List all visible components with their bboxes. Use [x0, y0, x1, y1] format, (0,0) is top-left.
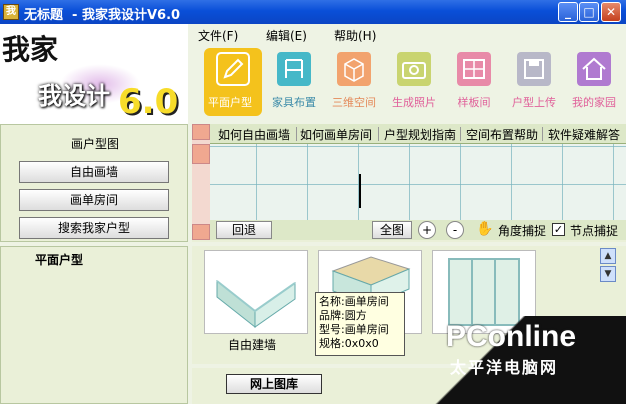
tab-divider — [378, 127, 379, 141]
tree-title: 平面户型 — [35, 253, 84, 267]
app-logo: 我家 我设计 6.0 — [0, 24, 188, 124]
pencil-icon — [216, 52, 250, 86]
watermark-logo: PConline — [446, 320, 577, 353]
tooltip-name: 名称:画单房间 — [319, 295, 389, 308]
chair-icon — [277, 52, 311, 86]
app-icon[interactable]: 我 — [3, 4, 19, 20]
tab-divider — [542, 127, 543, 141]
drawing-canvas[interactable] — [210, 144, 626, 220]
tool-3d-space[interactable]: 三维空间 — [328, 52, 380, 114]
zoom-in-icon[interactable]: + — [418, 221, 436, 239]
cube-icon — [337, 52, 371, 86]
item-tooltip: 名称:画单房间 品牌:圆方 型号:画单房间 规格:0x0x0 — [315, 292, 405, 356]
tab-divider — [296, 127, 297, 141]
tool-my-home[interactable]: 我的家园 — [568, 52, 620, 114]
camera-icon — [397, 52, 431, 86]
window-title: 无标题 - 我家我设计V6.0 — [24, 8, 181, 23]
scroll-up-button[interactable] — [192, 124, 210, 140]
menu-bar: 文件(F) 编辑(E) 帮助(H) — [188, 24, 626, 44]
tool-label: 家具布置 — [272, 96, 316, 109]
tool-label: 户型上传 — [512, 96, 556, 109]
gallery-item-free-wall[interactable] — [204, 250, 308, 334]
tool-photo[interactable]: 生成照片 — [388, 52, 440, 114]
node-snap-checkbox[interactable]: ✓ — [552, 223, 565, 236]
scroll-thumb[interactable] — [192, 144, 210, 164]
minimize-button[interactable]: _ — [558, 2, 578, 22]
logo-brand: 我家 — [2, 33, 59, 66]
disk-icon — [517, 52, 551, 86]
tooltip-model: 型号:画单房间 — [319, 323, 389, 336]
tool-furniture[interactable]: 家具布置 — [268, 52, 320, 114]
online-library-button[interactable]: 网上图库 — [226, 374, 322, 394]
gallery-scroll-down[interactable]: ▼ — [600, 266, 616, 282]
single-room-button[interactable]: 画单房间 — [19, 189, 169, 211]
node-snap-label: 节点捕捉 — [570, 224, 619, 238]
tooltip-spec: 规格:0x0x0 — [319, 337, 379, 350]
undo-button[interactable]: 回退 — [216, 221, 272, 239]
tab-plan-guide[interactable]: 户型规划指南 — [384, 126, 456, 143]
gallery-item-label: 自由建墙 — [228, 338, 277, 352]
free-wall-button[interactable]: 自由画墙 — [19, 161, 169, 183]
menu-file[interactable]: 文件(F) — [198, 27, 238, 44]
menu-help[interactable]: 帮助(H) — [334, 27, 376, 44]
canvas-scrollbar[interactable] — [192, 124, 210, 240]
tab-faq[interactable]: 软件疑难解答 — [548, 126, 620, 143]
tab-free-wall-help[interactable]: 如何自由画墙 — [218, 126, 290, 143]
tooltip-brand: 品牌:圆方 — [319, 309, 367, 322]
logo-version: 6.0 — [118, 82, 179, 122]
tool-label: 平面户型 — [208, 96, 252, 109]
main-toolbar: 平面户型 家具布置 三维空间 生成照片 样板间 户型上传 我的家园 — [188, 44, 626, 124]
tool-label: 三维空间 — [332, 96, 376, 109]
logo-sub: 我设计 — [38, 81, 110, 110]
gallery-scrollbar[interactable]: ▲ ▼ — [600, 248, 616, 290]
tab-space-help[interactable]: 空间布置帮助 — [466, 126, 538, 143]
watermark-text: 太平洋电脑网 — [450, 358, 559, 377]
text-cursor — [359, 174, 361, 208]
tool-sample-room[interactable]: 样板间 — [448, 52, 500, 114]
tool-floor-plan[interactable]: 平面户型 — [204, 48, 262, 116]
panel-title: 画户型图 — [70, 137, 119, 151]
gallery-scroll-up[interactable]: ▲ — [600, 248, 616, 264]
tool-label: 生成照片 — [392, 96, 436, 109]
floor-plan-tree: 平面户型 — [0, 246, 188, 404]
tab-single-room-help[interactable]: 如何画单房间 — [300, 126, 372, 143]
tool-upload[interactable]: 户型上传 — [508, 52, 560, 114]
house-icon — [577, 52, 611, 86]
room-icon — [457, 52, 491, 86]
tab-divider — [460, 127, 461, 141]
close-button[interactable]: ✕ — [601, 2, 621, 22]
search-plan-button[interactable]: 搜索我家户型 — [19, 217, 169, 239]
angle-snap-label: 角度捕捉 — [498, 224, 547, 238]
pan-hand-icon[interactable]: ✋ — [476, 221, 493, 237]
scroll-down-button[interactable] — [192, 224, 210, 240]
wall-thumbnail — [216, 279, 296, 329]
menu-edit[interactable]: 编辑(E) — [266, 27, 307, 44]
help-tabs: 如何自由画墙 如何画单房间 户型规划指南 空间布置帮助 软件疑难解答 — [192, 124, 626, 144]
maximize-button[interactable]: □ — [579, 2, 599, 22]
tool-label: 样板间 — [457, 96, 491, 109]
fit-all-button[interactable]: 全图 — [372, 221, 412, 239]
tool-label: 我的家园 — [572, 96, 616, 109]
zoom-out-icon[interactable]: - — [446, 221, 464, 239]
draw-plan-panel: 画户型图 自由画墙 画单房间 搜索我家户型 — [0, 124, 188, 242]
